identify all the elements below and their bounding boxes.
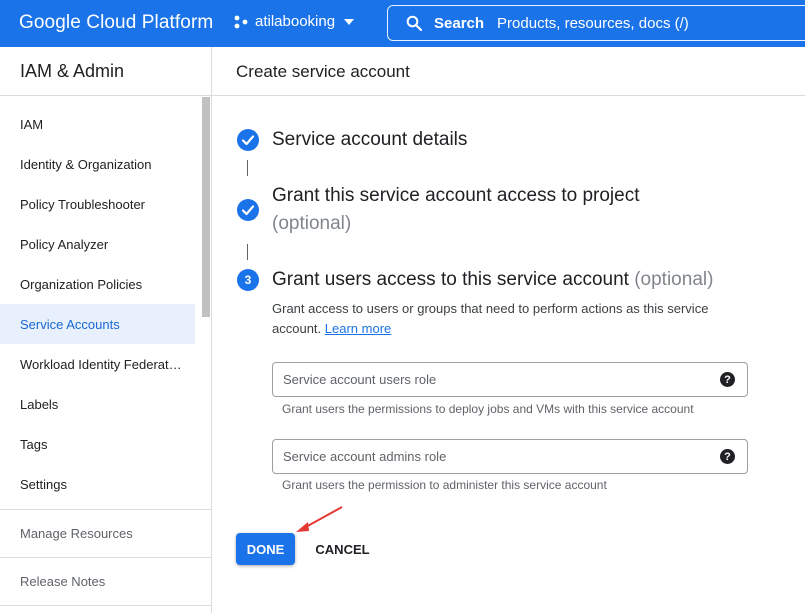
sidebar-item-policy-analyzer[interactable]: Policy Analyzer <box>0 224 211 264</box>
page-title: Create service account <box>236 62 410 81</box>
sidebar-item-label: Policy Troubleshooter <box>20 196 146 212</box>
sidebar-item-label: Tags <box>20 436 48 452</box>
step-2-optional: (optional) <box>272 213 352 234</box>
brand-logo[interactable]: Google Cloud Platform <box>19 12 213 34</box>
step-complete-check-icon <box>237 199 259 221</box>
step-connector <box>247 160 248 176</box>
sidebar-item-label: Organization Policies <box>20 276 143 292</box>
help-icon[interactable]: ? <box>720 372 735 387</box>
check-icon <box>241 205 255 216</box>
admins-role-hint: Grant users the permission to administer… <box>282 478 607 492</box>
search-icon <box>406 15 422 31</box>
annotation-arrow-icon <box>296 506 343 532</box>
sidebar-item-label: Settings <box>20 476 67 492</box>
search-placeholder: Products, resources, docs (/) <box>497 14 689 32</box>
users-role-hint: Grant users the permissions to deploy jo… <box>282 402 694 416</box>
top-app-bar: Google Cloud Platform atilabooking Searc… <box>0 0 805 47</box>
chevron-down-icon <box>344 18 355 25</box>
step-complete-check-icon <box>237 129 259 151</box>
search-bar[interactable]: Search Products, resources, docs (/) <box>387 5 805 41</box>
sidebar-title: IAM & Admin <box>0 47 211 96</box>
sidebar-item-policy-troubleshooter[interactable]: Policy Troubleshooter <box>0 184 211 224</box>
sidebar-item-label: Labels <box>20 396 59 412</box>
sidebar-item-label: Workload Identity Federat… <box>20 356 182 372</box>
search-label: Search <box>434 14 485 32</box>
step-2-label: Grant this service account access to pro… <box>272 185 640 206</box>
done-button[interactable]: DONE <box>236 533 295 565</box>
sidebar-item-settings[interactable]: Settings <box>0 464 211 504</box>
step-3-optional: (optional) <box>634 269 714 290</box>
sidebar-item-iam[interactable]: IAM <box>0 104 211 144</box>
sidebar-nav: IAM Identity & Organization Policy Troub… <box>0 104 211 504</box>
sidebar-item-labels[interactable]: Labels <box>0 384 211 424</box>
sidebar: IAM & Admin IAM Identity & Organization … <box>0 47 212 613</box>
sidebar-scrollbar[interactable] <box>200 97 211 367</box>
service-account-admins-role-input[interactable]: Service account admins role ? <box>272 439 748 474</box>
divider <box>0 509 211 510</box>
sidebar-item-label: Service Accounts <box>20 316 120 332</box>
step-3-label: Grant users access to this service accou… <box>272 269 629 290</box>
step-connector <box>247 244 248 260</box>
sidebar-item-identity-organization[interactable]: Identity & Organization <box>0 144 211 184</box>
sidebar-item-manage-resources[interactable]: Manage Resources <box>20 526 133 541</box>
step-1-title[interactable]: Service account details <box>272 126 467 154</box>
step-2-title[interactable]: Grant this service account access to pro… <box>272 182 640 238</box>
sidebar-item-tags[interactable]: Tags <box>0 424 211 464</box>
page-header: Create service account <box>212 47 805 96</box>
project-icon <box>234 15 248 28</box>
step-3-title: Grant users access to this service accou… <box>272 266 713 294</box>
sidebar-item-label: Policy Analyzer <box>20 236 109 252</box>
sidebar-item-workload-identity-federation[interactable]: Workload Identity Federat… <box>0 344 211 384</box>
field-placeholder: Service account users role <box>283 372 437 387</box>
help-icon[interactable]: ? <box>720 449 735 464</box>
sidebar-item-release-notes[interactable]: Release Notes <box>20 574 105 589</box>
scrollbar-thumb[interactable] <box>202 97 210 317</box>
field-placeholder: Service account admins role <box>283 449 447 464</box>
learn-more-link[interactable]: Learn more <box>325 321 391 336</box>
project-name: atilabooking <box>255 13 336 30</box>
cancel-button[interactable]: CANCEL <box>310 533 375 565</box>
step-3-number-icon: 3 <box>237 269 259 291</box>
sidebar-item-organization-policies[interactable]: Organization Policies <box>0 264 211 304</box>
sidebar-item-service-accounts[interactable]: Service Accounts <box>0 304 195 344</box>
sidebar-item-label: Identity & Organization <box>20 156 152 172</box>
check-icon <box>241 135 255 146</box>
divider <box>0 557 211 558</box>
service-account-users-role-input[interactable]: Service account users role ? <box>272 362 748 397</box>
sidebar-item-label: IAM <box>20 116 44 132</box>
divider <box>0 605 211 606</box>
project-selector[interactable]: atilabooking <box>233 13 355 30</box>
step-3-description: Grant access to users or groups that nee… <box>272 299 742 339</box>
